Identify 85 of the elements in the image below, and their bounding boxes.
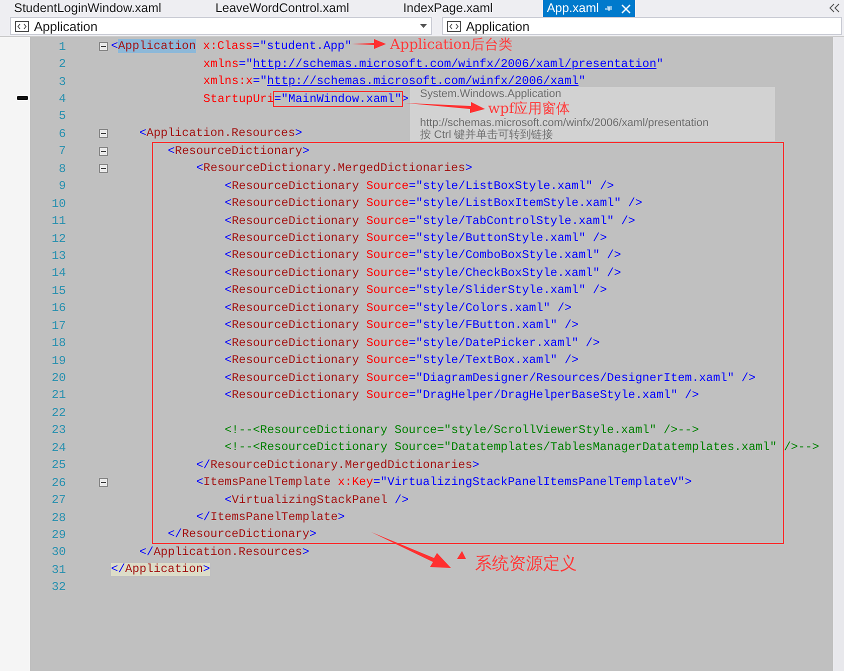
line-number: 21 — [50, 388, 66, 402]
code-line: <ResourceDictionary Source="style/TextBox.xaml" /> — [224, 354, 579, 368]
code-line: <ResourceDictionary Source="style/CheckBoxStyle.xaml" /> — [224, 266, 622, 280]
line-number: 31 — [50, 562, 66, 577]
line-number: 17 — [50, 318, 66, 333]
line-number: 1 — [58, 40, 66, 54]
code-line: </ResourceDictionary.MergedDictionaries> — [196, 458, 480, 472]
triangle-icon — [457, 551, 466, 559]
close-icon[interactable] — [620, 4, 631, 14]
code-line: <ResourceDictionary Source="style/ButtonStyle.xaml" /> — [224, 232, 607, 246]
line-number: 4 — [58, 92, 66, 106]
line-number: 25 — [50, 458, 66, 472]
line-number: 32 — [50, 580, 66, 594]
code-line: </ItemsPanelTemplate> — [196, 511, 345, 524]
code-line: <VirtualizingStackPanel /> — [224, 494, 409, 507]
line-number: 18 — [50, 336, 66, 350]
tooltip-url: http://schemas.microsoft.com/winfx/2006/xaml/presentation — [420, 117, 710, 129]
code-line: <ResourceDictionary Source="style/TabControlStyle.xaml" /> — [224, 214, 636, 228]
code-line: <ResourceDictionary Source="style/SliderStyle.xaml" /> — [224, 284, 607, 298]
code-line: xmlns="http://schemas.microsoft.com/winfx/2006/xaml/presentation" — [203, 58, 664, 71]
line-number: 24 — [50, 440, 66, 455]
collapse-icon[interactable] — [99, 478, 108, 488]
code-line: xmlns:x="http://schemas.microsoft.com/winfx/2006/xaml" — [203, 75, 586, 88]
code-line: <ResourceDictionary.MergedDictionaries> — [196, 162, 472, 176]
line-number: 10 — [50, 196, 66, 211]
line-number: 29 — [50, 528, 66, 542]
line-number: 26 — [50, 476, 66, 490]
annotation-text: Application后台类 — [390, 36, 513, 54]
line-number: 14 — [50, 266, 66, 280]
line-number: 22 — [50, 406, 66, 420]
line-number: 7 — [58, 144, 66, 158]
type-dropdown[interactable]: Application — [10, 17, 432, 35]
annotation-text: 系统资源定义 — [475, 553, 577, 575]
collapse-icon[interactable] — [99, 164, 108, 174]
collapse-icon[interactable] — [99, 146, 108, 156]
line-number: 19 — [50, 354, 66, 368]
document-tab[interactable]: App.xaml — [542, 0, 635, 17]
line-number: 16 — [50, 301, 66, 316]
code-line: <ResourceDictionary Source="DiagramDesigner/Resources/DesignerItem.xaml" /> — [224, 372, 756, 385]
code-line: <ResourceDictionary> — [168, 144, 310, 158]
line-number: 20 — [50, 371, 66, 386]
line-number: 13 — [50, 248, 66, 263]
code-line: <ResourceDictionary Source="style/ListBoxItemStyle.xaml" /> — [224, 197, 642, 210]
code-icon — [15, 20, 29, 32]
code-line: <ResourceDictionary Source="style/ComboBoxStyle.xaml" /> — [224, 249, 622, 262]
code-line: <ItemsPanelTemplate x:Key="VirtualizingStackPanelItemsPanelTemplateV"> — [196, 476, 692, 490]
code-line: <!--<ResourceDictionary Source="style/ScrollViewerStyle.xaml" />--> — [224, 424, 699, 437]
code-icon — [447, 20, 461, 32]
line-number: 3 — [58, 74, 66, 89]
code-line: <ResourceDictionary Source="style/ListBoxStyle.xaml" /> — [224, 180, 614, 193]
pin-icon[interactable] — [604, 4, 615, 14]
collapse-icon[interactable] — [99, 129, 108, 138]
scrollbar[interactable] — [833, 37, 844, 671]
code-line: <ResourceDictionary Source="DragHelper/DragHelperBaseStyle.xaml" /> — [224, 388, 699, 402]
line-number: 12 — [50, 232, 66, 246]
line-number: 5 — [58, 109, 66, 124]
code-line: </Application.Resources> — [139, 546, 310, 559]
code-line: <Application.Resources> — [139, 127, 302, 140]
member-dropdown[interactable]: Application — [442, 17, 842, 35]
dropdown-arrow-icon — [420, 24, 427, 28]
tooltip-hint: 按 Ctrl 键并单击可转到链接 — [420, 129, 554, 141]
line-number: 15 — [50, 284, 66, 298]
line-number: 30 — [50, 545, 66, 560]
line-number: 23 — [50, 423, 66, 438]
breakpoint-marker — [17, 96, 28, 100]
document-tab[interactable]: LeaveWordControl.xaml — [201, 0, 390, 17]
line-number: 8 — [58, 162, 66, 176]
code-line: <ResourceDictionary Source="style/FButton.xaml" /> — [224, 319, 579, 332]
line-number: 11 — [50, 214, 66, 228]
line-number: 2 — [58, 57, 66, 72]
line-number: 27 — [50, 493, 66, 508]
code-line: </ResourceDictionary> — [168, 528, 316, 542]
code-line: <ResourceDictionary Source="style/Colors.xaml" /> — [224, 302, 572, 315]
chevron-icon[interactable] — [828, 3, 840, 13]
line-number: 28 — [50, 510, 66, 525]
document-tab[interactable]: StudentLoginWindow.xaml — [0, 0, 202, 17]
code-line: <ResourceDictionary Source="style/DatePicker.xaml" /> — [224, 336, 600, 350]
document-tab[interactable]: IndexPage.xaml — [389, 0, 533, 17]
line-number: 9 — [58, 179, 66, 194]
code-line: <Application x:Class="student.App" — [111, 40, 352, 54]
collapse-icon[interactable] — [99, 42, 108, 52]
code-line: <!--<ResourceDictionary Source="Datatemplates/TablesManagerDatatemplates.xaml" />--> — [224, 441, 820, 454]
line-number: 6 — [58, 126, 66, 141]
tooltip-title: System.Windows.Application — [420, 88, 562, 100]
annotation-text: wpf应用窗体 — [488, 100, 570, 118]
